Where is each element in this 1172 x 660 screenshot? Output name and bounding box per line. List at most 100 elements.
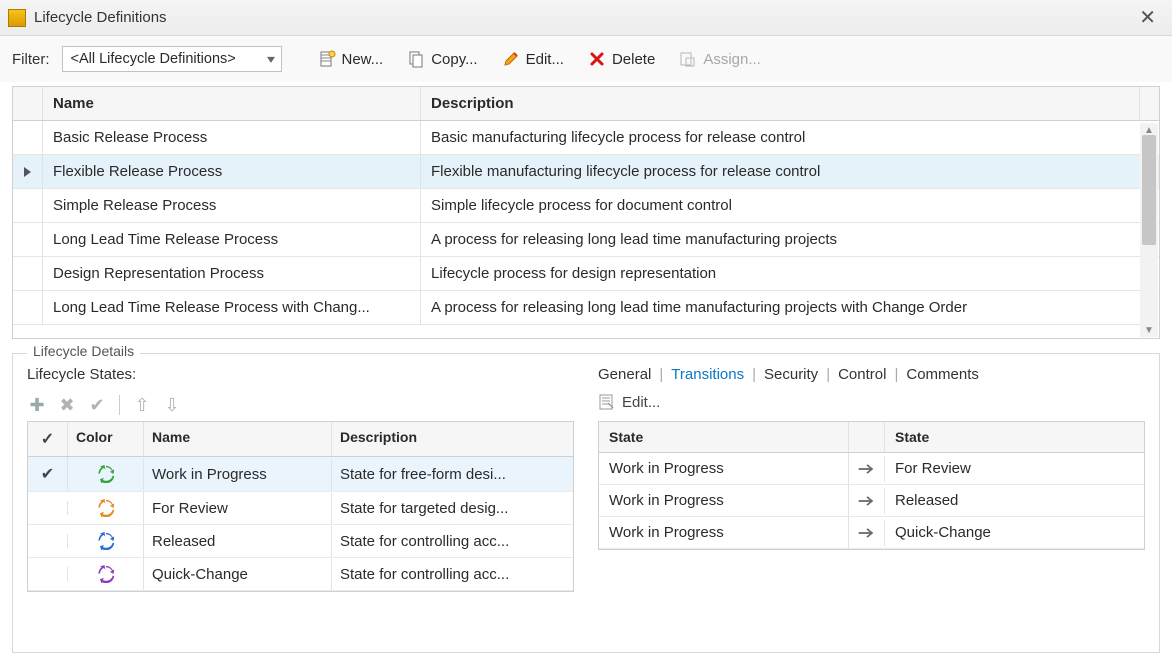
titlebar: Lifecycle Definitions ✕ [0,0,1172,36]
details-tabs: General| Transitions| Security| Control|… [598,366,1145,383]
state-name: Released [144,526,332,557]
group-title: Lifecycle Details [27,343,140,359]
state-color-icon [68,525,144,557]
assign-button: Assign... [673,46,767,72]
definition-name: Design Representation Process [43,257,421,290]
apply-state-icon[interactable]: ✔ [87,395,107,415]
state-check [28,501,68,515]
transition-from: Work in Progress [599,485,849,516]
definition-name: Basic Release Process [43,121,421,154]
tab-comments[interactable]: Comments [906,366,979,383]
remove-state-icon[interactable]: ✖ [57,395,77,415]
row-marker-icon [24,167,31,177]
definition-name: Simple Release Process [43,189,421,222]
col-color[interactable]: Color [68,422,144,456]
transitions-grid: State State Work in ProgressFor ReviewWo… [598,421,1145,550]
col-from-state[interactable]: State [599,422,849,452]
col-state-name[interactable]: Name [144,422,332,456]
state-color-icon [68,492,144,524]
definition-row[interactable]: Simple Release ProcessSimple lifecycle p… [13,189,1159,223]
definition-desc: A process for releasing long lead time m… [421,291,1159,324]
delete-icon [588,50,606,68]
tab-control[interactable]: Control [838,366,886,383]
definition-row[interactable]: Flexible Release ProcessFlexible manufac… [13,155,1159,189]
window-title: Lifecycle Definitions [34,9,1131,26]
transition-from: Work in Progress [599,517,849,548]
move-down-icon[interactable]: ⇩ [162,395,182,415]
arrow-right-icon [849,520,885,546]
col-state-desc[interactable]: Description [332,422,573,456]
scrollbar[interactable]: ▲ ▼ [1140,123,1158,337]
definition-desc: Simple lifecycle process for document co… [421,189,1159,222]
close-icon[interactable]: ✕ [1131,3,1164,32]
definition-desc: A process for releasing long lead time m… [421,223,1159,256]
col-name[interactable]: Name [43,87,421,120]
state-row[interactable]: Quick-ChangeState for controlling acc... [28,558,573,591]
states-toolbar: ✚ ✖ ✔ ⇧ ⇩ [27,395,574,415]
col-to-state[interactable]: State [885,422,1144,452]
chevron-down-icon [267,57,275,63]
state-color-icon [68,558,144,590]
copy-icon [407,50,425,68]
toolbar: Filter: <All Lifecycle Definitions> New.… [0,36,1172,82]
transition-to: Released [885,485,1144,516]
state-check: ✔ [28,457,68,491]
definition-name: Flexible Release Process [43,155,421,188]
state-name: Quick-Change [144,559,332,590]
states-label: Lifecycle States: [27,366,574,383]
new-icon [318,50,336,68]
transition-from: Work in Progress [599,453,849,484]
state-row[interactable]: ReleasedState for controlling acc... [28,525,573,558]
definition-desc: Basic manufacturing lifecycle process fo… [421,121,1159,154]
filter-label: Filter: [12,51,50,68]
transition-row[interactable]: Work in Progress For Review [599,453,1144,485]
edit-transitions-button[interactable]: Edit... [598,393,1145,411]
add-state-icon[interactable]: ✚ [27,395,47,415]
transition-to: Quick-Change [885,517,1144,548]
tab-transitions[interactable]: Transitions [671,366,744,383]
definitions-header: Name Description [13,87,1159,121]
state-name: For Review [144,493,332,524]
state-row[interactable]: For ReviewState for targeted desig... [28,492,573,525]
filter-value: <All Lifecycle Definitions> [71,51,236,67]
state-name: Work in Progress [144,459,332,490]
state-check [28,567,68,581]
move-up-icon[interactable]: ⇧ [132,395,152,415]
transition-row[interactable]: Work in Progress Released [599,485,1144,517]
state-check [28,534,68,548]
definition-desc: Flexible manufacturing lifecycle process… [421,155,1159,188]
states-grid: ✓ Color Name Description ✔ Work in Progre… [27,421,574,592]
delete-button[interactable]: Delete [582,46,661,72]
col-description[interactable]: Description [421,87,1139,120]
definition-name: Long Lead Time Release Process with Chan… [43,291,421,324]
definition-row[interactable]: Long Lead Time Release ProcessA process … [13,223,1159,257]
tab-general[interactable]: General [598,366,651,383]
col-check[interactable]: ✓ [28,422,68,456]
transition-row[interactable]: Work in Progress Quick-Change [599,517,1144,549]
definition-row[interactable]: Design Representation ProcessLifecycle p… [13,257,1159,291]
definition-desc: Lifecycle process for design representat… [421,257,1159,290]
transition-to: For Review [885,453,1144,484]
state-color-icon [68,458,144,490]
lifecycle-details-group: Lifecycle Details Lifecycle States: ✚ ✖ … [12,353,1160,653]
definition-row[interactable]: Long Lead Time Release Process with Chan… [13,291,1159,325]
pencil-icon [502,50,520,68]
scroll-thumb[interactable] [1142,135,1156,245]
definition-row[interactable]: Basic Release ProcessBasic manufacturing… [13,121,1159,155]
state-desc: State for targeted desig... [332,493,573,524]
state-desc: State for free-form desi... [332,459,573,490]
app-icon [8,9,26,27]
edit-button[interactable]: Edit... [496,46,570,72]
scroll-down-icon: ▼ [1140,323,1158,337]
definition-name: Long Lead Time Release Process [43,223,421,256]
edit-list-icon [598,393,616,411]
arrow-right-icon [849,488,885,514]
filter-select[interactable]: <All Lifecycle Definitions> [62,46,282,72]
copy-button[interactable]: Copy... [401,46,483,72]
arrow-right-icon [849,456,885,482]
state-row[interactable]: ✔ Work in ProgressState for free-form des… [28,457,573,492]
state-desc: State for controlling acc... [332,526,573,557]
tab-security[interactable]: Security [764,366,818,383]
definitions-grid: Name Description Basic Release ProcessBa… [12,86,1160,339]
new-button[interactable]: New... [312,46,390,72]
